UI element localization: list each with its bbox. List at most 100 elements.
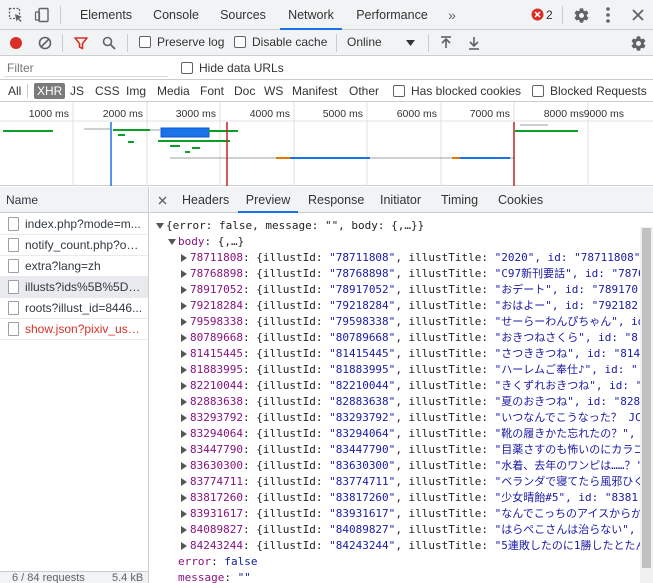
tab-elements[interactable]: Elements: [72, 0, 140, 30]
expand-item-icon[interactable]: [181, 398, 187, 406]
type-img[interactable]: Img: [124, 83, 148, 99]
expand-item-icon[interactable]: [181, 366, 187, 374]
json-item-row[interactable]: 83294064: {illustId: "83294064", illustT…: [190, 426, 636, 442]
type-font[interactable]: Font: [198, 83, 226, 99]
chevron-down-icon[interactable]: [404, 38, 416, 48]
settings-gear-icon[interactable]: [571, 5, 591, 25]
expand-item-icon[interactable]: [181, 494, 187, 502]
hide-data-urls-label[interactable]: Hide data URLs: [199, 61, 284, 75]
json-item-row[interactable]: 83293792: {illustId: "83293792", illustT…: [190, 410, 640, 426]
blocked-requests-checkbox[interactable]: [532, 85, 544, 97]
inspect-element-icon[interactable]: [6, 6, 26, 24]
tab-preview[interactable]: Preview: [238, 187, 298, 213]
network-settings-gear-icon[interactable]: [628, 33, 648, 53]
json-body-line[interactable]: body: {,…}: [178, 234, 244, 250]
blocked-requests-label[interactable]: Blocked Requests: [550, 84, 647, 98]
json-item-row[interactable]: 79218284: {illustId: "79218284", illustT…: [190, 298, 638, 314]
expand-item-icon[interactable]: [181, 478, 187, 486]
close-detail-icon[interactable]: [156, 194, 168, 206]
more-options-icon[interactable]: [598, 5, 618, 25]
expand-item-icon[interactable]: [181, 526, 187, 534]
expand-item-icon[interactable]: [181, 302, 187, 310]
expand-root-icon[interactable]: [156, 223, 164, 229]
expand-item-icon[interactable]: [181, 446, 187, 454]
type-css[interactable]: CSS: [93, 83, 122, 99]
expand-item-icon[interactable]: [181, 510, 187, 518]
type-doc[interactable]: Doc: [232, 83, 257, 99]
json-item-row[interactable]: 83931617: {illustId: "83931617", illustT…: [190, 506, 640, 522]
expand-item-icon[interactable]: [181, 254, 187, 262]
name-column-header[interactable]: Name: [0, 187, 148, 213]
clear-icon[interactable]: [37, 35, 53, 51]
filter-input[interactable]: [4, 59, 168, 77]
preserve-log-label[interactable]: Preserve log: [157, 35, 224, 49]
json-item-row[interactable]: 81415445: {illustId: "81415445", illustT…: [190, 346, 640, 362]
expand-body-icon[interactable]: [168, 239, 176, 245]
json-item-row[interactable]: 83630300: {illustId: "83630300", illustT…: [190, 458, 640, 474]
request-row[interactable]: extra?lang=zh: [0, 256, 148, 277]
tab-response[interactable]: Response: [308, 187, 364, 213]
export-har-icon[interactable]: [467, 35, 481, 51]
type-media[interactable]: Media: [155, 83, 192, 99]
record-icon[interactable]: [8, 35, 24, 51]
request-row[interactable]: index.php?mode=m...: [0, 214, 148, 235]
expand-item-icon[interactable]: [181, 334, 187, 342]
expand-item-icon[interactable]: [181, 382, 187, 390]
json-item-row[interactable]: 84243244: {illustId: "84243244", illustT…: [190, 538, 640, 554]
network-overview-timeline[interactable]: 1000 ms 2000 ms 3000 ms 4000 ms 5000 ms …: [0, 102, 653, 186]
expand-item-icon[interactable]: [181, 542, 187, 550]
expand-item-icon[interactable]: [181, 414, 187, 422]
tab-headers[interactable]: Headers: [182, 187, 229, 213]
tab-performance[interactable]: Performance: [350, 0, 434, 30]
tab-cookies[interactable]: Cookies: [498, 187, 543, 213]
filter-icon[interactable]: [73, 35, 89, 51]
expand-item-icon[interactable]: [181, 286, 187, 294]
request-row[interactable]: notify_count.php?op...: [0, 235, 148, 256]
type-manifest[interactable]: Manifest: [290, 83, 339, 99]
expand-item-icon[interactable]: [181, 350, 187, 358]
tab-sources[interactable]: Sources: [212, 0, 274, 30]
has-blocked-cookies-checkbox[interactable]: [393, 85, 405, 97]
json-item-row[interactable]: 78917052: {illustId: "78917052", illustT…: [190, 282, 638, 298]
type-other[interactable]: Other: [347, 83, 381, 99]
expand-item-icon[interactable]: [181, 462, 187, 470]
expand-item-icon[interactable]: [181, 430, 187, 438]
tab-console[interactable]: Console: [146, 0, 206, 30]
json-root-summary[interactable]: {error: false, message: "", body: {,…}}: [166, 218, 424, 234]
device-toolbar-icon[interactable]: [32, 6, 52, 24]
type-ws[interactable]: WS: [262, 83, 285, 99]
preview-scrollbar-thumb[interactable]: [642, 228, 651, 568]
more-tabs-icon[interactable]: »: [442, 6, 462, 24]
json-item-row[interactable]: 84089827: {illustId: "84089827", illustT…: [190, 522, 636, 538]
close-devtools-icon[interactable]: [628, 5, 648, 25]
preserve-log-checkbox[interactable]: [139, 36, 151, 48]
tab-initiator[interactable]: Initiator: [380, 187, 421, 213]
expand-item-icon[interactable]: [181, 270, 187, 278]
disable-cache-label[interactable]: Disable cache: [252, 35, 327, 49]
json-item-row[interactable]: 81883995: {illustId: "81883995", illustT…: [190, 362, 638, 378]
json-item-row[interactable]: 82883638: {illustId: "82883638", illustT…: [190, 394, 640, 410]
has-blocked-cookies-label[interactable]: Has blocked cookies: [411, 84, 521, 98]
json-item-row[interactable]: 80789668: {illustId: "80789668", illustT…: [190, 330, 638, 346]
request-row[interactable]: roots?illust_id=8446...: [0, 298, 148, 319]
request-row-selected[interactable]: illusts?ids%5B%5D=...: [0, 277, 148, 298]
json-item-row[interactable]: 78768898: {illustId: "78768898", illustT…: [190, 266, 640, 282]
tab-timing[interactable]: Timing: [441, 187, 478, 213]
disable-cache-checkbox[interactable]: [234, 36, 246, 48]
error-count[interactable]: 2: [546, 0, 553, 30]
type-js[interactable]: JS: [68, 83, 86, 99]
expand-item-icon[interactable]: [181, 318, 187, 326]
tab-network[interactable]: Network: [280, 0, 342, 30]
json-item-row[interactable]: 78711808: {illustId: "78711808", illustT…: [190, 250, 640, 266]
error-icon[interactable]: [530, 7, 544, 21]
import-har-icon[interactable]: [439, 35, 453, 51]
json-item-row[interactable]: 83817260: {illustId: "83817260", illustT…: [190, 490, 638, 506]
json-item-row[interactable]: 82210044: {illustId: "82210044", illustT…: [190, 378, 640, 394]
throttling-select[interactable]: Online: [347, 35, 382, 49]
request-row-failed[interactable]: show.json?pixiv_use...: [0, 319, 148, 340]
type-xhr[interactable]: XHR: [34, 83, 66, 99]
json-item-row[interactable]: 83447790: {illustId: "83447790", illustT…: [190, 442, 640, 458]
type-all[interactable]: All: [6, 83, 23, 99]
hide-data-urls-checkbox[interactable]: [181, 62, 193, 74]
search-icon[interactable]: [101, 35, 117, 51]
